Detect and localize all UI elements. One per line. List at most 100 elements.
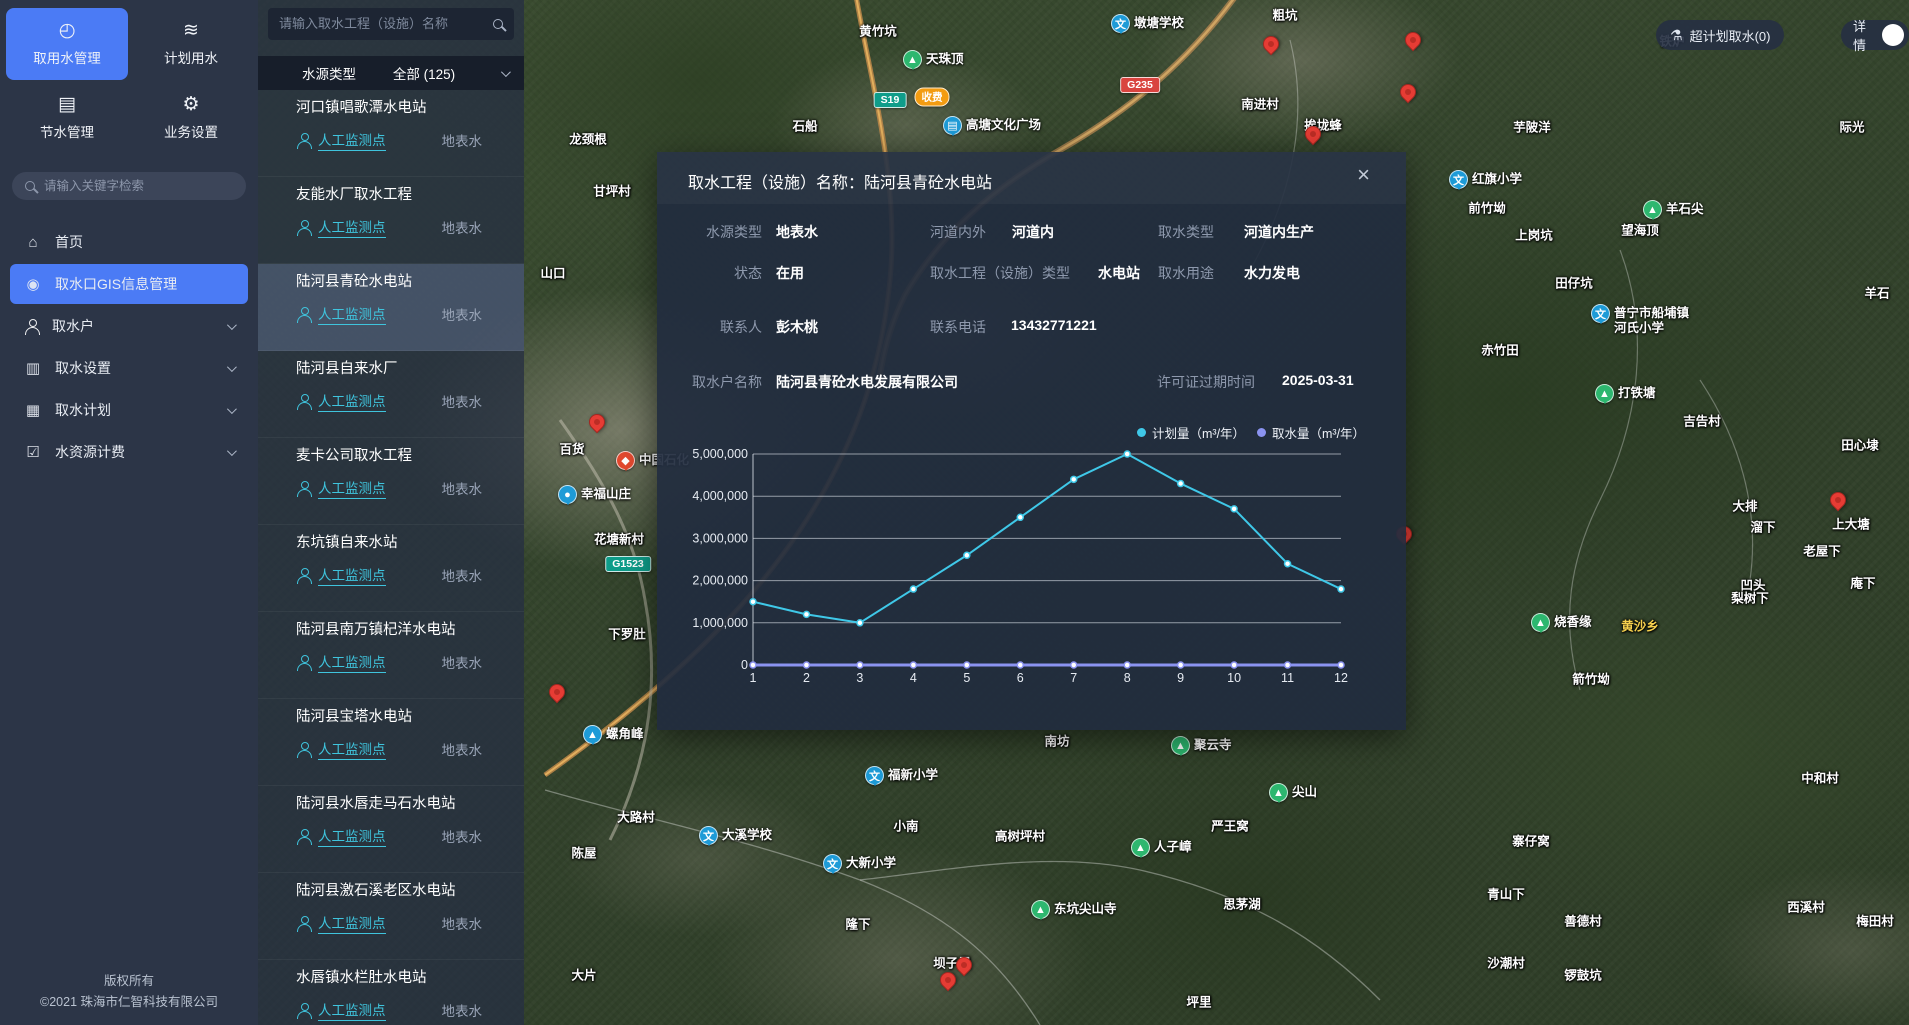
map-place-label: 黄沙乡 xyxy=(1621,616,1659,635)
over-plan-intake-badge[interactable]: ⚗ 超计划取水(0) xyxy=(1656,20,1784,50)
map-poi-marker[interactable]: ▤ 高塘文化广场 xyxy=(943,116,1041,135)
map-place-label: 善德村 xyxy=(1564,911,1602,930)
person-icon xyxy=(296,742,311,757)
app-btn-planned-water[interactable]: ≋计划用水 xyxy=(130,8,252,80)
data-point xyxy=(910,662,916,668)
database-icon: ▥ xyxy=(24,359,42,377)
map-place-label: 际光 xyxy=(1839,117,1864,136)
field-value: 彭木桃 xyxy=(776,317,818,337)
sidebar-search[interactable] xyxy=(12,172,246,200)
place-pin-icon: ▤ xyxy=(943,116,962,135)
sidebar-item-intake-plan[interactable]: ▦取水计划 xyxy=(10,390,248,430)
sidebar-item-water-billing[interactable]: ☑水资源计费 xyxy=(10,432,248,472)
map-poi-marker[interactable]: ▲东坑尖山寺 xyxy=(1031,900,1117,919)
x-axis-tick-label: 7 xyxy=(1070,671,1077,685)
map-poi-marker[interactable]: 文普宁市船埔镇河氏小学 xyxy=(1591,304,1689,336)
station-list-item[interactable]: 水唇镇水栏肚水电站人工监测点地表水 xyxy=(258,960,524,1025)
red-map-pin-icon[interactable] xyxy=(1402,29,1425,52)
sidebar-item-intake-settings[interactable]: ▥ 取水设置 xyxy=(10,348,248,388)
map-poi-marker[interactable]: 文墩塘学校 xyxy=(1111,14,1184,33)
app-btn-business-settings[interactable]: ⚙业务设置 xyxy=(130,82,252,154)
sidebar-search-input[interactable] xyxy=(44,179,233,193)
map-poi-marker[interactable]: ▲天珠顶 xyxy=(903,50,964,69)
station-list-item[interactable]: 陆河县自来水厂人工监测点地表水 xyxy=(258,351,524,438)
station-list-item[interactable]: 友能水厂取水工程人工监测点地表水 xyxy=(258,177,524,264)
x-axis-tick-label: 8 xyxy=(1124,671,1131,685)
legend-label: 取水量（m³/年） xyxy=(1272,423,1365,442)
school-pin-icon: 文 xyxy=(1591,304,1610,323)
red-map-pin-icon[interactable] xyxy=(1827,489,1850,512)
station-list-item[interactable]: 麦卡公司取水工程人工监测点地表水 xyxy=(258,438,524,525)
red-map-pin-icon[interactable] xyxy=(546,681,569,704)
red-map-pin-icon[interactable] xyxy=(586,411,609,434)
detail-toggle-label: 详情 xyxy=(1853,16,1876,54)
chevron-down-icon xyxy=(227,362,237,372)
field-label: 许可证过期时间 xyxy=(1157,372,1255,392)
filter-label: 水源类型 xyxy=(302,63,356,83)
map-poi-marker[interactable]: 文福新小学 xyxy=(865,766,938,785)
map-poi-marker[interactable]: ▲羊石尖 xyxy=(1643,200,1704,219)
station-list-item[interactable]: 东坑镇自来水站人工监测点地表水 xyxy=(258,525,524,612)
legend-item[interactable]: 计划量（m³/年） xyxy=(1137,423,1245,442)
field-label: 取水用途 xyxy=(1158,263,1214,283)
sidebar-item-label: 取水设置 xyxy=(55,358,111,378)
data-point xyxy=(964,662,970,668)
data-point xyxy=(750,662,756,668)
station-list-item[interactable]: 陆河县宝塔水电站人工监测点地表水 xyxy=(258,699,524,786)
station-name: 陆河县自来水厂 xyxy=(296,359,510,379)
detail-toggle[interactable]: 详情 xyxy=(1841,20,1909,50)
modal-title: 取水工程（设施）名称：陆河县青砼水电站 xyxy=(688,169,992,193)
red-map-pin-icon[interactable] xyxy=(1397,81,1420,104)
station-list-item[interactable]: 陆河县激石溪老区水电站人工监测点地表水 xyxy=(258,873,524,960)
sidebar-menu: ⌂首页◉取水口GIS信息管理取水户 ▥ 取水设置 ▦取水计划☑水资源计费 xyxy=(0,204,258,472)
station-list-item[interactable]: 陆河县水唇走马石水电站人工监测点地表水 xyxy=(258,786,524,873)
map-place-label: 陈屋 xyxy=(571,843,596,862)
data-point xyxy=(1017,662,1023,668)
y-axis-tick-label: 1,000,000 xyxy=(692,616,748,630)
station-list-item[interactable]: 陆河县青砼水电站人工监测点地表水 xyxy=(258,264,524,351)
map-place-label: 高树坪村 xyxy=(995,826,1045,845)
poi-label: 幸福山庄 xyxy=(581,487,631,502)
toggle-knob xyxy=(1882,24,1904,46)
red-map-pin-icon[interactable] xyxy=(937,969,960,992)
sidebar-item-home[interactable]: ⌂首页 xyxy=(10,222,248,262)
person-icon xyxy=(296,394,311,409)
map-poi-marker[interactable]: ●幸福山庄 xyxy=(558,485,631,504)
station-meta-row: 人工监测点地表水 xyxy=(296,651,510,673)
close-icon[interactable]: × xyxy=(1357,164,1370,186)
poi-label: 高塘文化广场 xyxy=(966,118,1041,133)
map-place-label: 百货 xyxy=(559,439,584,458)
map-poi-marker[interactable]: ▲烧香缘 xyxy=(1531,613,1592,632)
station-list-item[interactable]: 河口镇唱歌潭水电站人工监测点地表水 xyxy=(258,90,524,177)
app-btn-water-saving[interactable]: ▤节水管理 xyxy=(6,82,128,154)
app-btn-water-intake-mgmt[interactable]: ◴取用水管理 xyxy=(6,8,128,80)
red-map-pin-icon[interactable] xyxy=(1260,33,1283,56)
map-place-label: 前竹坳 xyxy=(1468,198,1506,217)
sidebar-item-water-users[interactable]: 取水户 xyxy=(10,306,248,346)
map-poi-marker[interactable]: ▲人子嶂 xyxy=(1131,838,1192,857)
x-axis-tick-label: 4 xyxy=(910,671,917,685)
map-poi-marker[interactable]: 文红旗小学 xyxy=(1449,170,1522,189)
station-search[interactable] xyxy=(268,8,514,40)
poi-label: 大新小学 xyxy=(846,856,896,871)
map-poi-marker[interactable]: ▲聚云寺 xyxy=(1171,736,1232,755)
map-poi-marker[interactable]: ▲打铁塘 xyxy=(1595,384,1656,403)
map-place-label: 坪里 xyxy=(1186,992,1211,1011)
field-label: 取水工程（设施）类型 xyxy=(930,263,1070,283)
map-place-label: 沙潮村 xyxy=(1487,953,1525,972)
station-list-item[interactable]: 陆河县南万镇杞洋水电站人工监测点地表水 xyxy=(258,612,524,699)
poi-label: 普宁市船埔镇河氏小学 xyxy=(1614,306,1689,336)
map-poi-marker[interactable]: 文大新小学 xyxy=(823,854,896,873)
map-poi-marker[interactable]: ▲尖山 xyxy=(1269,783,1317,802)
map-poi-marker[interactable]: ▲螺角峰 xyxy=(583,725,644,744)
legend-item[interactable]: 取水量（m³/年） xyxy=(1257,423,1365,442)
sidebar-item-gis-info[interactable]: ◉取水口GIS信息管理 xyxy=(10,264,248,304)
x-axis-tick-label: 5 xyxy=(963,671,970,685)
monitor-type-link: 人工监测点 xyxy=(318,216,386,238)
road-badge-收费: 收费 xyxy=(915,88,950,107)
poi-label: 墩塘学校 xyxy=(1134,16,1184,31)
map-poi-marker[interactable]: 文大溪学校 xyxy=(699,826,772,845)
station-search-input[interactable] xyxy=(279,17,485,31)
water-source-filter[interactable]: 水源类型 全部 (125) xyxy=(258,56,524,90)
mountain-pin-icon: ▲ xyxy=(903,50,922,69)
